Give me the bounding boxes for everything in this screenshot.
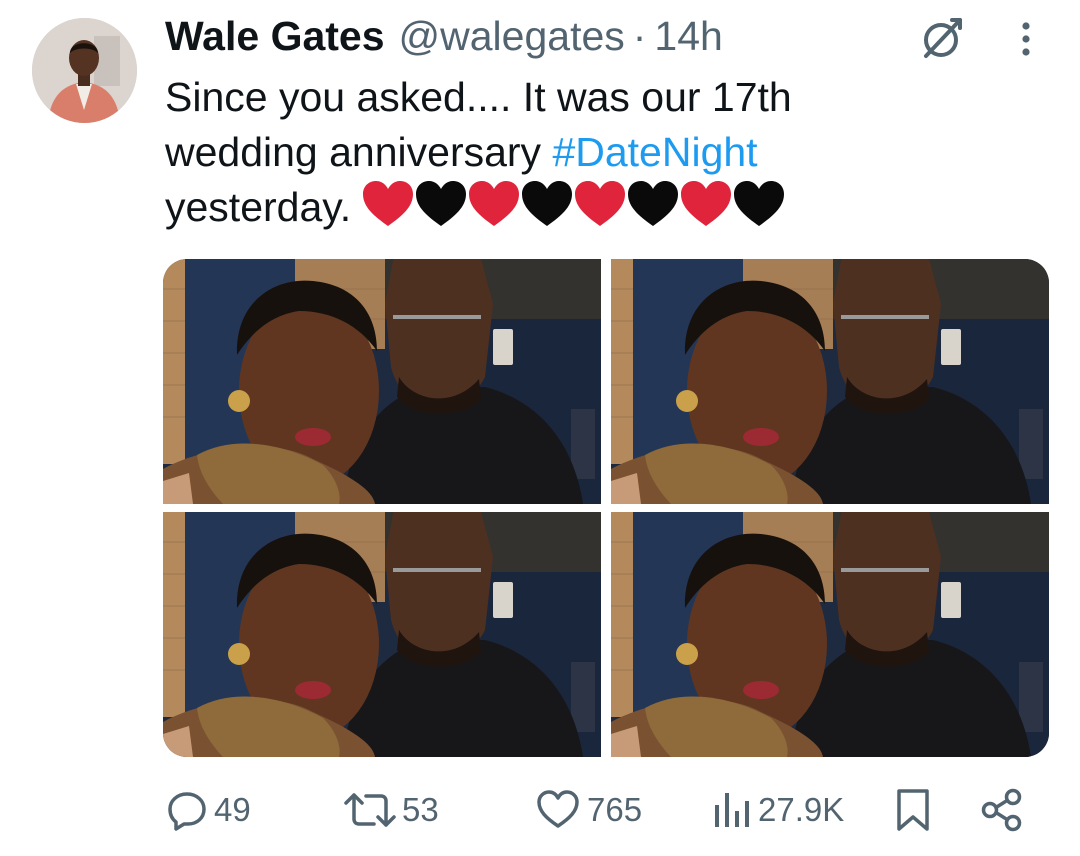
tweet-text-line-3: yesterday. — [165, 180, 1045, 235]
heart-emoji-row — [361, 180, 791, 242]
tweet-timestamp[interactable]: 14h — [654, 12, 722, 60]
views-button[interactable]: 27.9K — [712, 782, 844, 838]
tweet-text-line-2-prefix: wedding anniversary — [165, 129, 553, 175]
share-button[interactable] — [980, 782, 1024, 838]
red-heart-emoji-icon — [575, 181, 626, 226]
media-photo-1[interactable] — [163, 259, 601, 504]
media-photo-2[interactable] — [611, 259, 1049, 504]
views-count: 27.9K — [758, 791, 845, 828]
red-heart-emoji-icon — [363, 181, 414, 226]
media-photo-4[interactable] — [611, 512, 1049, 757]
media-photo-3[interactable] — [163, 512, 601, 757]
share-icon — [981, 788, 1022, 832]
more-vertical-icon[interactable] — [1008, 18, 1044, 60]
tweet-text-line-3-text: yesterday. — [165, 184, 352, 230]
author-name[interactable]: Wale Gates — [165, 12, 385, 60]
red-heart-emoji-icon — [681, 181, 732, 226]
tweet-text-line-2: wedding anniversary #DateNight — [165, 125, 1045, 180]
bookmark-icon — [897, 789, 929, 831]
tweet-text: Since you asked.... It was our 17th wedd… — [165, 70, 1045, 235]
author-handle[interactable]: @walegates — [399, 12, 625, 60]
like-count: 765 — [587, 791, 643, 828]
like-button[interactable]: 765 — [535, 782, 642, 838]
heart-icon — [537, 790, 579, 828]
separator-dot: · — [632, 13, 647, 59]
black-heart-emoji-icon — [522, 181, 573, 226]
bookmark-button[interactable] — [893, 782, 933, 838]
grok-slash-icon[interactable] — [918, 14, 966, 62]
repost-icon — [344, 793, 396, 827]
reply-count: 49 — [214, 791, 251, 828]
repost-button[interactable]: 53 — [344, 782, 439, 838]
tweet-action-bar: 49 53 765 27.9K — [0, 782, 1080, 838]
tweet-header: Wale Gates @walegates · 14h — [165, 12, 723, 60]
hashtag-link[interactable]: #DateNight — [552, 129, 757, 175]
black-heart-emoji-icon — [416, 181, 467, 226]
media-grid — [163, 259, 1049, 757]
views-chart-icon — [715, 793, 749, 827]
reply-button[interactable]: 49 — [166, 782, 251, 838]
red-heart-emoji-icon — [469, 181, 520, 226]
black-heart-emoji-icon — [628, 181, 679, 226]
author-avatar[interactable] — [32, 18, 137, 123]
tweet-text-line-1: Since you asked.... It was our 17th — [165, 74, 792, 120]
repost-count: 53 — [402, 791, 439, 828]
black-heart-emoji-icon — [734, 181, 785, 226]
reply-icon — [168, 792, 206, 831]
